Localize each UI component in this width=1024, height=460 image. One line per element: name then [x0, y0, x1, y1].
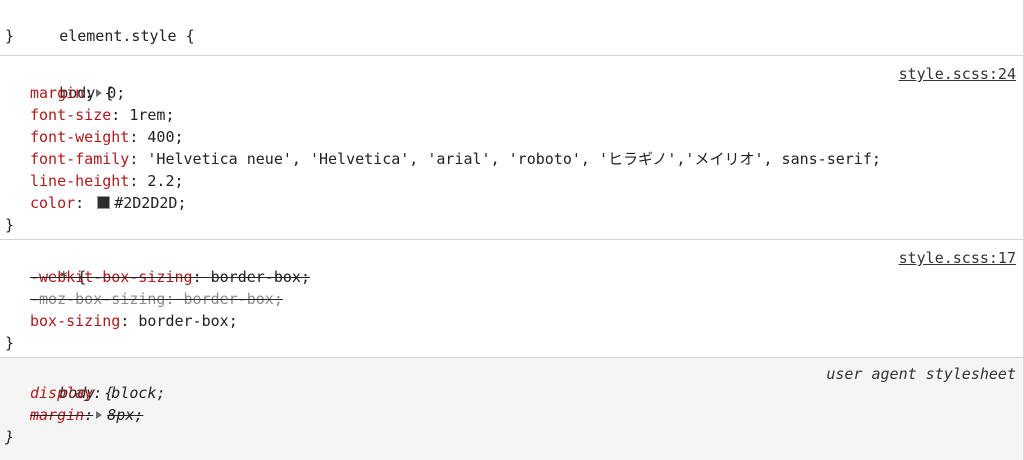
declaration-color[interactable]: color: #2D2D2D; — [5, 192, 1015, 214]
property-value[interactable]: 1rem — [129, 106, 165, 124]
property-value[interactable]: border-box — [184, 290, 274, 308]
property-name[interactable]: font-weight — [30, 128, 129, 146]
declaration-moz-box-sizing[interactable]: -moz-box-sizing: border-box; — [5, 288, 1015, 310]
open-brace: { — [185, 27, 195, 45]
property-value[interactable]: 400 — [147, 128, 174, 146]
element-style-rule[interactable]: element.style { } — [0, 0, 1023, 56]
property-value[interactable]: 8px — [107, 406, 134, 424]
declaration-margin[interactable]: margin: 0; — [5, 82, 1015, 104]
source-link-style-scss-24[interactable]: style.scss:24 — [899, 63, 1016, 85]
close-brace: } — [5, 27, 15, 45]
user-agent-body-rule[interactable]: user agent stylesheet body { display: bl… — [0, 358, 1023, 460]
close-brace-line: } — [5, 214, 1015, 236]
declaration-font-family[interactable]: font-family: 'Helvetica neue', 'Helvetic… — [5, 148, 1015, 170]
declaration-margin[interactable]: margin: 8px; — [5, 404, 1015, 426]
property-name[interactable]: margin — [30, 84, 84, 102]
body-rule[interactable]: style.scss:24 body { margin: 0; font-size… — [0, 56, 1023, 240]
declaration-display[interactable]: display: block; — [5, 382, 1015, 404]
expand-triangle-icon[interactable] — [96, 89, 103, 97]
close-brace: } — [5, 334, 15, 352]
property-value[interactable]: 'Helvetica neue', 'Helvetica', 'arial', … — [147, 150, 871, 168]
property-name[interactable]: font-family — [30, 150, 129, 168]
property-name[interactable]: line-height — [30, 172, 129, 190]
declaration-font-weight[interactable]: font-weight: 400; — [5, 126, 1015, 148]
property-value[interactable]: 2.2 — [147, 172, 174, 190]
rule-selector-line: body { — [5, 60, 1015, 102]
close-brace: } — [5, 216, 15, 234]
declaration-font-size[interactable]: font-size: 1rem; — [5, 104, 1015, 126]
property-name[interactable]: -moz-box-sizing — [30, 290, 165, 308]
property-value[interactable]: border-box — [211, 268, 301, 286]
close-brace-line: } — [5, 332, 1015, 354]
expand-triangle-icon[interactable] — [96, 411, 103, 419]
property-name[interactable]: font-size — [30, 106, 111, 124]
property-value[interactable]: border-box — [138, 312, 228, 330]
property-name[interactable]: color — [30, 194, 75, 212]
close-brace: } — [5, 428, 15, 446]
property-value[interactable]: #2D2D2D — [114, 194, 177, 212]
declaration-webkit-box-sizing[interactable]: -webkit-box-sizing: border-box; — [5, 266, 1015, 288]
color-swatch[interactable] — [97, 196, 111, 209]
universal-rule[interactable]: style.scss:17 * { -webkit-box-sizing: bo… — [0, 240, 1023, 358]
property-name[interactable]: margin — [30, 406, 84, 424]
user-agent-stylesheet-label: user agent stylesheet — [826, 365, 1016, 383]
property-name[interactable]: box-sizing — [30, 312, 120, 330]
declaration-line-height[interactable]: line-height: 2.2; — [5, 170, 1015, 192]
property-value[interactable]: 0 — [107, 84, 116, 102]
property-value[interactable]: block — [111, 384, 156, 402]
close-brace-line: } — [5, 426, 1015, 448]
rule-selector-line: * { — [5, 244, 1015, 286]
element-style-selector: element.style — [59, 27, 177, 45]
property-name[interactable]: display — [30, 384, 93, 402]
source-link-style-scss-17[interactable]: style.scss:17 — [899, 247, 1016, 269]
declaration-box-sizing[interactable]: box-sizing: border-box; — [5, 310, 1015, 332]
property-name[interactable]: -webkit-box-sizing — [30, 268, 193, 286]
styles-pane: element.style { } style.scss:24 body { m… — [0, 0, 1024, 460]
element-style-selector-line: element.style { — [5, 3, 1015, 45]
